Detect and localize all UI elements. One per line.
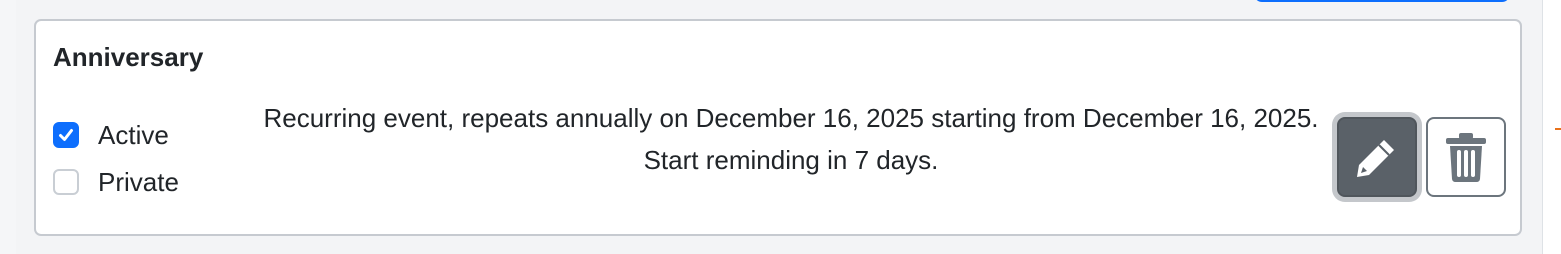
active-label: Active: [98, 119, 169, 150]
private-option[interactable]: Private: [53, 167, 179, 197]
page-left-margin: [0, 0, 16, 254]
active-checkbox[interactable]: [53, 122, 79, 148]
event-title: Anniversary: [53, 42, 204, 72]
pencil-icon: [1357, 140, 1394, 177]
page-scroll-gutter: [1542, 0, 1561, 254]
primary-button-edge[interactable]: [1254, 0, 1510, 2]
recurrence-text: Recurring event, repeats annually on Dec…: [263, 103, 1319, 133]
private-checkbox[interactable]: [53, 169, 79, 195]
recurrence-description: Recurring event, repeats annually on Dec…: [261, 97, 1321, 181]
scroll-marker: [1555, 128, 1561, 130]
edit-button[interactable]: [1337, 117, 1417, 197]
event-card: Anniversary Active Private Recurring eve…: [34, 19, 1522, 236]
checkmark-icon: [59, 129, 73, 141]
active-option[interactable]: Active: [53, 120, 169, 150]
reminder-text: Start reminding in 7 days.: [643, 145, 939, 175]
trash-icon: [1446, 133, 1486, 182]
private-label: Private: [98, 166, 179, 197]
delete-button[interactable]: [1426, 117, 1506, 197]
